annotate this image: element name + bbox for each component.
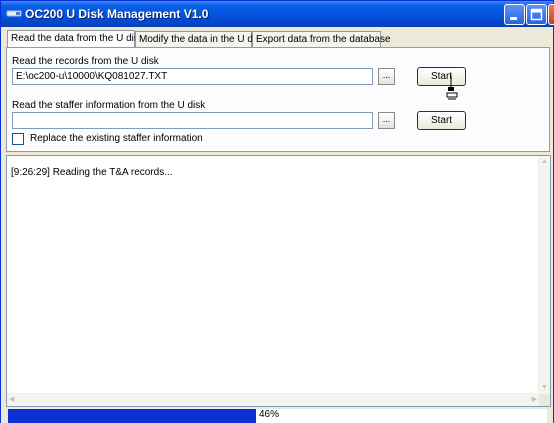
app-window: OC200 U Disk Management V1.0 Read the da… xyxy=(0,0,554,423)
scroll-right-icon[interactable]: ▶ xyxy=(532,396,537,404)
maximize-button[interactable] xyxy=(526,4,547,25)
log-line: [9:26:29] Reading the T&A records... xyxy=(11,167,173,178)
app-icon xyxy=(6,10,22,17)
records-path-input[interactable]: E:\oc200-u\10000\KQ081027.TXT xyxy=(12,68,373,85)
records-label: Read the records from the U disk xyxy=(12,56,159,67)
progress-fill xyxy=(8,409,256,423)
records-browse-button[interactable]: ... xyxy=(378,68,395,85)
scroll-corner xyxy=(539,394,550,406)
staffer-start-button[interactable]: Start xyxy=(417,111,466,130)
staffer-path-input[interactable] xyxy=(12,112,373,129)
minimize-button[interactable] xyxy=(504,4,525,25)
cursor-icon xyxy=(446,75,458,100)
scroll-left-icon[interactable]: ◀ xyxy=(9,396,14,404)
close-button[interactable] xyxy=(548,4,554,25)
minimize-icon xyxy=(510,17,517,20)
close-icon xyxy=(553,10,554,19)
maximize-icon xyxy=(530,8,543,21)
log-horizontal-scrollbar[interactable]: ◀ ▶ xyxy=(7,393,539,406)
staffer-browse-button[interactable]: ... xyxy=(378,112,395,129)
scroll-down-icon[interactable]: ▼ xyxy=(541,384,548,392)
replace-staffer-checkbox[interactable] xyxy=(12,133,24,145)
tab-export-data[interactable]: Export data from the database xyxy=(252,31,391,47)
staffer-label: Read the staffer information from the U … xyxy=(12,100,206,111)
tab-read-data[interactable]: Read the data from the U disk xyxy=(7,30,144,48)
window-title: OC200 U Disk Management V1.0 xyxy=(25,7,209,21)
log-area[interactable]: [9:26:29] Reading the T&A records... ▲ ▼… xyxy=(6,155,551,407)
tab-modify-data[interactable]: Modify the data in the U disk xyxy=(135,31,265,47)
replace-staffer-label: Replace the existing staffer information xyxy=(30,133,203,144)
log-vertical-scrollbar[interactable]: ▲ ▼ xyxy=(538,156,550,394)
progress-percent: 46% xyxy=(259,409,280,420)
title-bar[interactable]: OC200 U Disk Management V1.0 xyxy=(1,1,554,27)
scroll-up-icon[interactable]: ▲ xyxy=(541,158,548,166)
status-bar: 46% xyxy=(1,407,553,423)
